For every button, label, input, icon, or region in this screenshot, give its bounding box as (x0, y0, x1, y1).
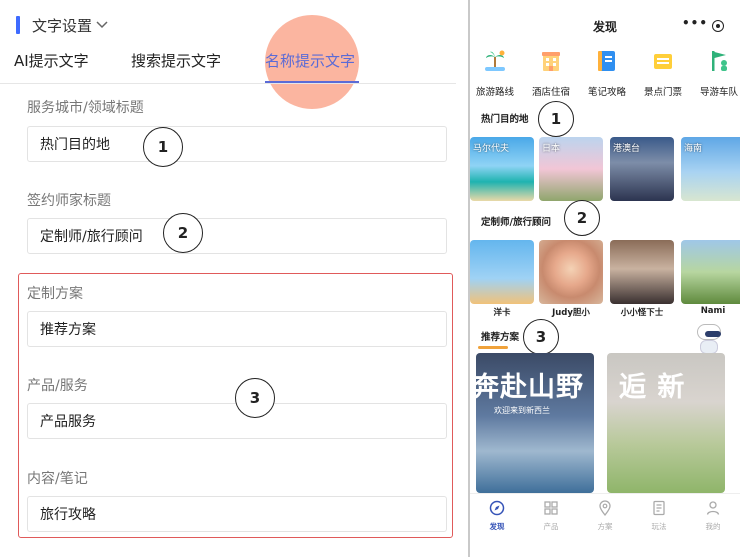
field-label-product-service: 产品/服务 (27, 378, 88, 394)
city-title-input[interactable]: 热门目的地 (27, 126, 447, 162)
user-icon (686, 500, 740, 518)
destination-card-hainan[interactable]: 海南 (681, 137, 740, 201)
chevron-down-icon[interactable] (96, 18, 108, 32)
category-notes[interactable]: 笔记攻略 (580, 48, 634, 98)
field-label-advisor-title: 签约师家标题 (27, 193, 111, 209)
recommended-plans-title: 推荐方案 (481, 332, 520, 343)
callout-3: 3 (235, 378, 275, 418)
advisor-name: 洋卡 (493, 308, 511, 318)
ticket-icon (650, 48, 676, 74)
active-tab-underline (265, 81, 359, 83)
document-icon (632, 500, 686, 518)
more-menu-icon[interactable]: ••• (682, 16, 708, 30)
nav-mine[interactable]: 我的 (686, 500, 740, 532)
bottom-nav: 发现 产品 方案 玩法 我的 (470, 493, 740, 557)
category-hotel[interactable]: 酒店住宿 (524, 48, 578, 98)
advisor-name: Judy胆小 (552, 308, 590, 318)
guide-flag-icon (706, 48, 732, 74)
grid-icon (524, 500, 578, 518)
nav-label: 产品 (543, 522, 559, 531)
section-title: 文字设置 (32, 16, 93, 35)
destination-card-hk-macau-taiwan[interactable]: 港澳台 (610, 137, 674, 201)
custom-plan-input[interactable]: 推荐方案 (27, 311, 447, 347)
content-notes-input[interactable]: 旅行攻略 (27, 496, 447, 532)
nav-label: 我的 (705, 522, 721, 531)
callout-3-preview: 3 (523, 319, 559, 355)
advisor-avatar-1[interactable] (470, 240, 534, 304)
location-pin-icon (578, 500, 632, 518)
destination-label: 海南 (684, 144, 703, 154)
plan-card-2[interactable]: 逅 新 (607, 353, 725, 493)
tab-ai-hint-text[interactable]: AI提示文字 (14, 50, 89, 71)
category-label: 笔记攻略 (587, 87, 626, 98)
advisor-name: 小小怪下士 (620, 308, 664, 318)
nav-label: 发现 (489, 522, 505, 531)
advisor-name: Nami (700, 306, 726, 316)
field-label-city-title: 服务城市/领域标题 (27, 100, 144, 116)
category-tour-routes[interactable]: 旅游路线 (470, 48, 522, 98)
tab-name-hint-text[interactable]: 名称提示文字 (265, 50, 355, 71)
field-label-content-notes: 内容/笔记 (27, 471, 88, 487)
compass-icon (470, 500, 524, 518)
advisor-avatar-3[interactable] (610, 240, 674, 304)
plan-card-title: 奔赴山野 (476, 372, 584, 403)
nav-label: 玩法 (651, 522, 667, 531)
plan-card-subtitle: 欢迎来到新西兰 (494, 406, 550, 415)
target-icon[interactable] (712, 20, 724, 32)
category-label: 导游车队 (699, 87, 738, 98)
nav-discover[interactable]: 发现 (470, 500, 524, 532)
section-underline (478, 346, 508, 349)
phone-preview: 发现 ••• 旅游路线 酒店住宿 笔记攻略 景点门票 导游车队 热门目的地 1 … (470, 0, 740, 557)
category-label: 旅游路线 (475, 87, 514, 98)
tab-search-hint-text[interactable]: 搜索提示文字 (131, 50, 221, 71)
category-label: 酒店住宿 (531, 87, 570, 98)
category-tickets[interactable]: 景点门票 (636, 48, 690, 98)
callout-2: 2 (163, 213, 203, 253)
nav-play[interactable]: 玩法 (632, 500, 686, 532)
callout-1: 1 (143, 127, 183, 167)
tab-bar: AI提示文字 搜索提示文字 名称提示文字 (0, 46, 456, 84)
nav-label: 方案 (597, 522, 613, 531)
destination-label: 港澳台 (613, 144, 641, 154)
section-header[interactable]: 文字设置 (16, 14, 108, 36)
plan-card-1[interactable]: 奔赴山野 欢迎来到新西兰 (476, 353, 594, 493)
text-settings-panel: 文字设置 AI提示文字 搜索提示文字 名称提示文字 服务城市/领域标题 热门目的… (0, 0, 468, 557)
advisors-title: 定制师/旅行顾问 (481, 217, 551, 228)
callout-2-preview: 2 (564, 200, 600, 236)
hot-destinations-title: 热门目的地 (481, 114, 529, 125)
category-label: 景点门票 (643, 87, 682, 98)
destination-label: 马尔代夫 (473, 144, 510, 154)
nav-products[interactable]: 产品 (524, 500, 578, 532)
advisor-avatar-4[interactable] (681, 240, 740, 304)
notebook-icon (594, 48, 620, 74)
callout-1-preview: 1 (538, 101, 574, 137)
destination-card-maldives[interactable]: 马尔代夫 (470, 137, 534, 201)
palm-tree-icon (482, 48, 508, 74)
destination-label: 日本 (542, 144, 561, 154)
advisor-avatar-2[interactable] (539, 240, 603, 304)
plan-card-title: 逅 新 (619, 372, 686, 403)
category-guides[interactable]: 导游车队 (692, 48, 740, 98)
field-label-custom-plan: 定制方案 (27, 286, 83, 302)
advisor-title-input[interactable]: 定制师/旅行顾问 (27, 218, 447, 254)
section-accent-bar (16, 16, 20, 34)
assistant-robot-icon[interactable] (694, 322, 724, 356)
destination-card-japan[interactable]: 日本 (539, 137, 603, 201)
hotel-icon (538, 48, 564, 74)
nav-plans[interactable]: 方案 (578, 500, 632, 532)
